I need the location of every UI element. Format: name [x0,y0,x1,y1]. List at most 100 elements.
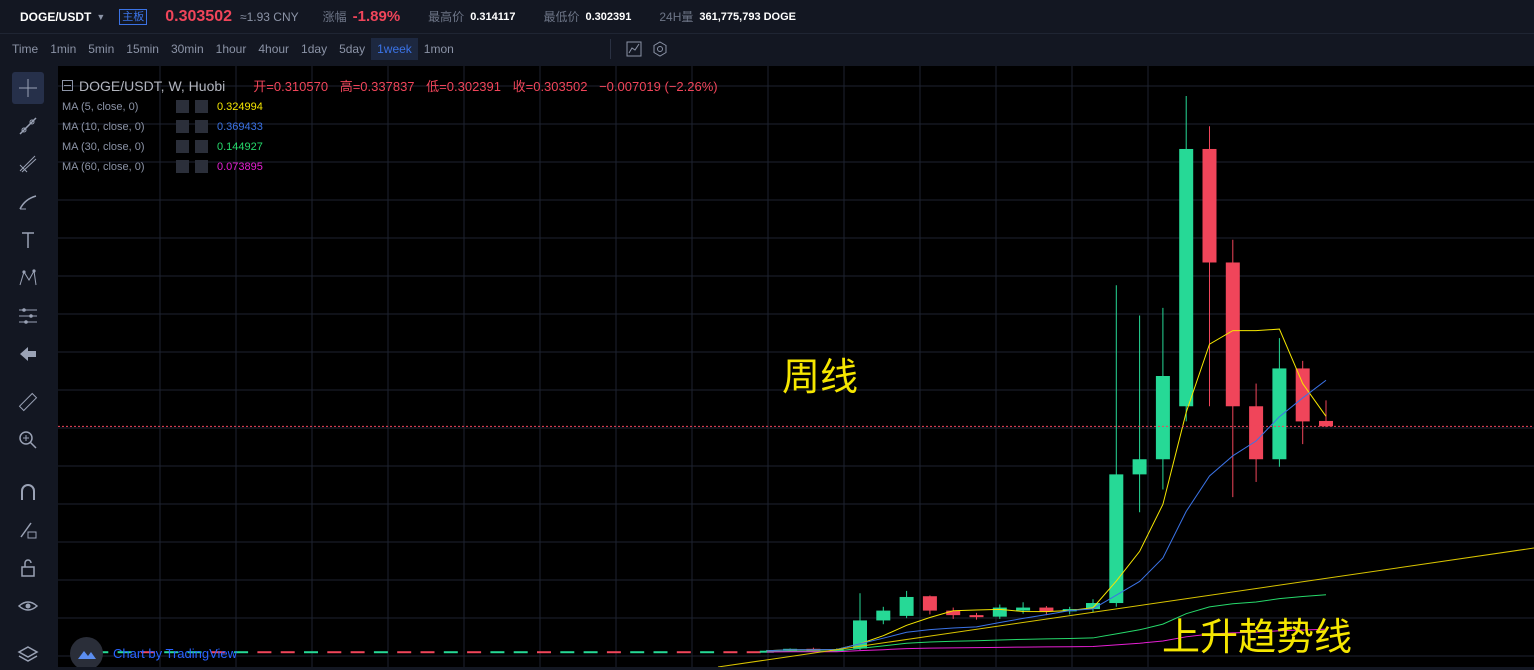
candle-body [443,651,458,654]
candle-body [946,610,961,616]
tradingview-watermark[interactable]: Chart by TradingView [70,637,237,667]
candle-body [746,651,761,654]
candle-body [1016,607,1031,611]
candle-body [700,651,715,654]
candle-body [969,615,984,618]
eye-icon[interactable] [12,590,44,622]
candle-body [583,651,598,654]
last-price: 0.303502 [165,7,232,25]
candle-body [490,651,505,654]
candle-body [1249,406,1264,460]
ohlc-low: 低=0.302391 [426,79,501,94]
candle-body [1202,148,1217,263]
ma-settings-icon[interactable] [176,140,189,153]
candle-body [653,651,668,654]
ma-label: MA (60, close, 0) [62,160,145,173]
settings-icon[interactable] [649,38,671,60]
ma-close-icon[interactable] [195,140,208,153]
ma-settings-icon[interactable] [176,120,189,133]
unlock-icon[interactable] [12,552,44,584]
candle-body [304,651,318,654]
ma-label: MA (10, close, 0) [62,120,145,133]
candle-body [606,651,621,654]
candle-body [1319,420,1333,427]
candle-body [420,651,435,654]
candle-body [1039,607,1054,612]
tf-1day[interactable]: 1day [295,38,333,60]
candle-body [350,651,365,654]
candle-body [1155,376,1170,460]
candle-body [853,620,867,649]
chart-pane[interactable]: DOGE/USDT, W, Huobi 开=0.310570 高=0.33783… [58,66,1534,667]
tf-1min[interactable]: 1min [44,38,82,60]
layers-icon[interactable] [12,638,44,670]
ma-value: 0.369433 [217,120,263,133]
tf-1week[interactable]: 1week [371,38,418,60]
ma-row-10: MA (10, close, 0) 0.369433 [62,120,263,133]
candle-body [1225,262,1240,407]
cny-price: ≈1.93 CNY [240,9,299,24]
candle-body [257,651,272,654]
timeframe-bar: Time 1min 5min 15min 30min 1hour 4hour 1… [0,36,1534,62]
tradingview-logo-icon [70,637,103,667]
symbol-selector[interactable]: DOGE/USDT [20,10,91,24]
ma-value: 0.324994 [217,100,263,113]
candle-body [327,651,342,654]
uptrend-line [717,547,1534,667]
ma-settings-icon[interactable] [176,160,189,173]
candle-body [676,651,691,654]
candle-body [1295,368,1310,422]
brush-icon[interactable] [12,186,44,218]
candle-body [630,651,645,654]
magnet-icon[interactable] [12,476,44,508]
tf-30min[interactable]: 30min [165,38,210,60]
tf-1mon[interactable]: 1mon [418,38,460,60]
fib-icon[interactable] [12,148,44,180]
zoom-icon[interactable] [12,424,44,456]
chevron-down-icon[interactable]: ▼ [96,12,105,22]
trend-line-icon[interactable] [12,110,44,142]
crosshair-icon[interactable] [12,72,44,104]
tf-5min[interactable]: 5min [82,38,120,60]
ruler-icon[interactable] [12,386,44,418]
change-label: 涨幅 [322,10,347,24]
candle-body [373,651,388,654]
market-badge: 主板 [119,8,148,25]
tf-time[interactable]: Time [6,38,44,60]
ma-close-icon[interactable] [195,160,208,173]
collapse-legend-icon[interactable] [62,80,73,91]
tf-1hour[interactable]: 1hour [210,38,253,60]
pattern-icon[interactable] [12,262,44,294]
tf-4hour[interactable]: 4hour [252,38,295,60]
ohlc-change: −0.007019 (−2.26%) [599,79,718,94]
text-icon[interactable] [12,224,44,256]
back-arrow-icon[interactable] [12,338,44,370]
ma-close-icon[interactable] [195,120,208,133]
candle-body [397,651,412,654]
uptrend-annotation: 上升趋势线 [1162,615,1353,659]
candle-body [876,610,891,621]
ma-row-5: MA (5, close, 0) 0.324994 [62,100,263,113]
high-label: 最高价 [428,10,465,24]
ma-close-icon[interactable] [195,100,208,113]
low-value: 0.302391 [585,10,632,23]
ma-label: MA (30, close, 0) [62,140,145,153]
candle-body [899,596,914,616]
low-label: 最低价 [543,10,580,24]
ohlc-high: 高=0.337837 [339,79,415,94]
ma-settings-icon[interactable] [176,100,189,113]
volume-value: 361,775,793 DOGE [699,10,797,23]
tf-15min[interactable]: 15min [120,38,165,60]
ma-value: 0.144927 [217,140,263,153]
candle-body [1132,459,1147,475]
candle-body [537,651,551,654]
measure-projection-icon[interactable] [12,300,44,332]
chart-type-icon[interactable] [623,38,645,60]
tf-5day[interactable]: 5day [333,38,371,60]
candle-body [1179,148,1194,407]
high-value: 0.314117 [470,10,516,23]
legend-title: DOGE/USDT, W, Huobi [79,77,226,94]
watermark-text: Chart by TradingView [113,646,238,661]
candle-body [560,651,575,654]
lock-draw-icon[interactable] [12,514,44,546]
